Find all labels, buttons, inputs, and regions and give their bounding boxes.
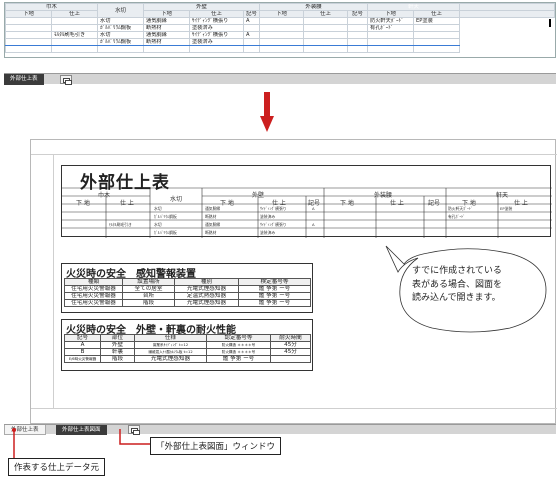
source-note: 作表する仕上データ元 [8,458,106,476]
window-note: 「外部仕上表図面」ウィンドウ [150,437,282,455]
annotation-leaders [12,428,150,458]
